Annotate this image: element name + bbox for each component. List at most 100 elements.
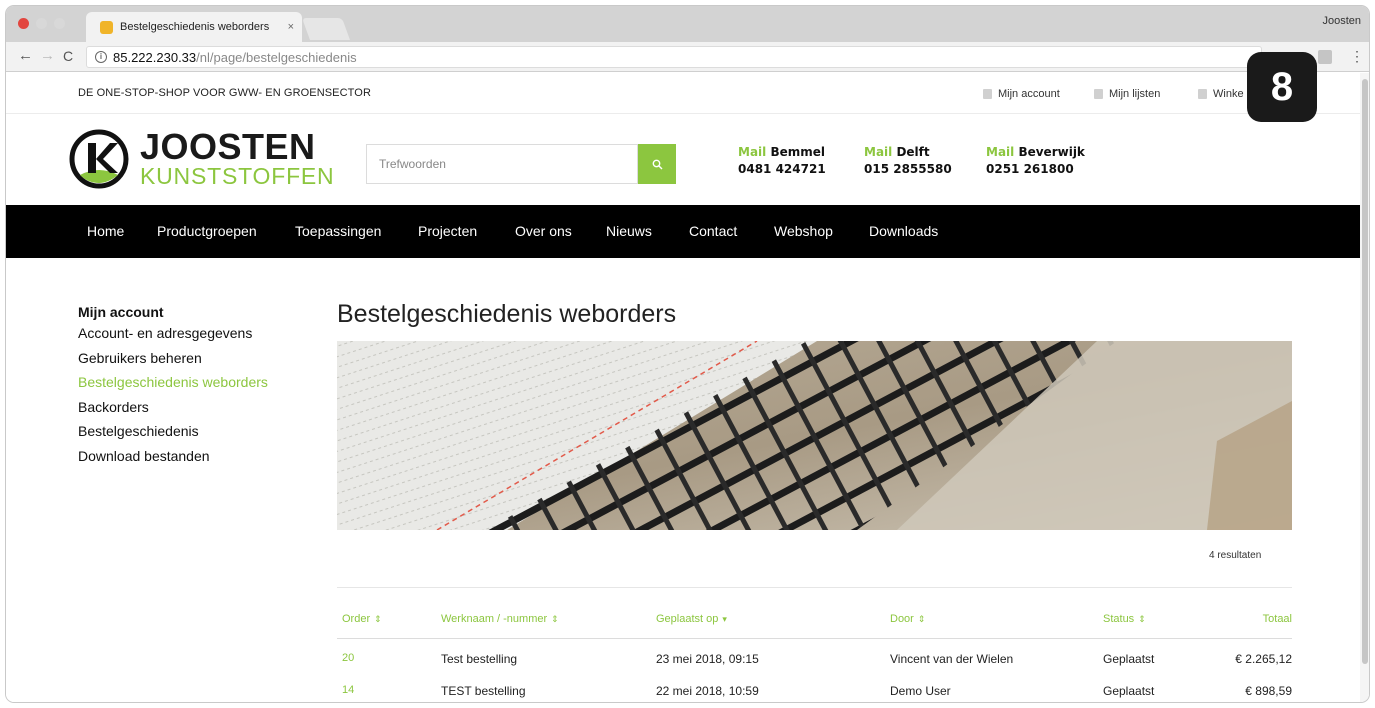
maximize-window-button[interactable] [54,18,65,29]
forward-arrow-icon[interactable]: → [40,46,55,66]
reload-icon[interactable]: C [63,46,73,66]
logo-title: JOOSTEN [140,126,316,167]
cell-name: Test bestelling [441,652,518,666]
tab-title: Bestelgeschiedenis weborders [120,21,270,33]
order-link[interactable]: 14 [342,684,354,696]
my-lists-link[interactable]: Mijn lijsten [1094,88,1160,100]
divider [337,587,1292,588]
url-host: 85.222.230.33 [113,49,197,65]
nav-projecten[interactable]: Projecten [418,223,477,239]
nav-contact[interactable]: Contact [689,223,737,239]
cell-date: 23 mei 2018, 09:15 [656,652,759,666]
sort-desc-icon: ▾ [722,614,727,624]
mail-link-bemmel[interactable]: Mail [738,145,766,159]
browser-window: Bestelgeschiedenis weborders × Joosten ←… [6,6,1369,702]
sidebar-item-web-order-history[interactable]: Bestelgeschiedenis weborders [78,370,298,395]
user-icon [983,89,992,99]
tab-close-icon[interactable]: × [288,21,294,33]
search-box [366,144,676,184]
search-icon [652,159,662,169]
hero-image [337,341,1292,530]
nav-productgroepen[interactable]: Productgroepen [157,223,257,239]
nav-home[interactable]: Home [87,223,124,239]
minimize-window-button[interactable] [36,18,47,29]
cell-date: 22 mei 2018, 10:59 [656,684,759,698]
cart-icon [1198,89,1207,99]
back-arrow-icon[interactable]: ← [18,46,33,66]
cart-link[interactable]: Winke [1198,88,1244,100]
header-label: Geplaatst op [656,613,719,625]
cell-by: Demo User [890,684,951,698]
utility-bar: DE ONE-STOP-SHOP VOOR GWW- EN GROENSECTO… [6,73,1360,114]
nav-downloads[interactable]: Downloads [869,223,938,239]
my-account-label: Mijn account [998,88,1060,100]
column-header-status[interactable]: Status ⇕ [1103,613,1146,625]
joosten-logo-icon [69,129,129,189]
info-icon[interactable]: i [95,51,107,63]
profile-name[interactable]: Joosten [1322,15,1361,27]
sidebar-item-manage-users[interactable]: Gebruikers beheren [78,346,298,371]
order-link[interactable]: 20 [342,652,354,664]
header-label: Status [1103,613,1135,625]
sidebar-title: Mijn account [78,304,164,320]
header-label: Door [890,613,914,625]
close-window-button[interactable] [18,18,29,29]
sidebar-item-backorders[interactable]: Backorders [78,395,298,420]
nav-nieuws[interactable]: Nieuws [606,223,652,239]
new-tab-button[interactable] [301,18,351,40]
header-label: Order [342,613,371,625]
sidebar-item-order-history[interactable]: Bestelgeschiedenis [78,419,298,444]
location-bemmel: Mail Bemmel 0481 424721 [738,144,826,178]
site-tagline: DE ONE-STOP-SHOP VOOR GWW- EN GROENSECTO… [78,87,371,99]
document-icon [1094,89,1103,99]
sidebar-item-account-details[interactable]: Account- en adresgegevens [78,321,298,346]
browser-menu-icon[interactable]: ⋮ [1350,48,1364,65]
column-header-date[interactable]: Geplaatst op ▾ [656,613,727,625]
cell-status: Geplaatst [1103,652,1155,666]
search-input[interactable] [366,144,638,184]
address-toolbar: ← → C i 85.222.230.33/nl/page/bestelgesc… [6,42,1369,72]
cell-status: Geplaatst [1103,684,1155,698]
main-navigation: Home Productgroepen Toepassingen Project… [6,205,1360,258]
cell-total: € 898,59 [1245,684,1292,698]
column-header-by[interactable]: Door ⇕ [890,613,925,625]
column-header-total[interactable]: Totaal [1263,613,1292,625]
header-label: Werknaam / -nummer [441,613,548,625]
geogrid-photo-illustration [337,341,1292,530]
table-row[interactable]: 20 Test bestelling 23 mei 2018, 09:15 Vi… [337,647,1292,675]
column-header-order[interactable]: Order ⇕ [342,613,382,625]
extension-icon[interactable] [1318,50,1332,64]
location-phone: 015 2855580 [864,162,952,176]
cart-label: Winke [1213,88,1244,100]
nav-over-ons[interactable]: Over ons [515,223,572,239]
mail-link-delft[interactable]: Mail [864,145,892,159]
my-account-link[interactable]: Mijn account [983,88,1060,100]
sort-icon: ⇕ [1138,614,1146,624]
column-header-name[interactable]: Werknaam / -nummer ⇕ [441,613,559,625]
scrollbar-thumb[interactable] [1362,79,1368,664]
location-beverwijk: Mail Beverwijk 0251 261800 [986,144,1085,178]
orders-table-header: Order ⇕ Werknaam / -nummer ⇕ Geplaatst op ▾… [337,609,1292,639]
nav-toepassingen[interactable]: Toepassingen [295,223,381,239]
cell-by: Vincent van der Wielen [890,652,1014,666]
header-label: Totaal [1262,613,1292,625]
sidebar-item-downloads[interactable]: Download bestanden [78,444,298,469]
site-logo[interactable]: JOOSTEN KUNSTSTOFFEN [68,127,334,191]
search-button[interactable] [638,144,676,184]
nav-webshop[interactable]: Webshop [774,223,833,239]
sort-icon: ⇕ [551,614,559,624]
location-delft: Mail Delft 015 2855580 [864,144,952,178]
cell-name: TEST bestelling [441,684,526,698]
page-scrollbar[interactable] [1360,73,1369,702]
results-count: 4 resultaten [1209,550,1262,561]
table-row[interactable]: 14 TEST bestelling 22 mei 2018, 10:59 De… [337,679,1292,702]
browser-tab-active[interactable]: Bestelgeschiedenis weborders × [86,12,302,42]
url-path: /nl/page/bestelgeschiedenis [196,49,357,65]
sort-icon: ⇕ [374,614,382,624]
sort-icon: ⇕ [917,614,926,624]
mail-link-beverwijk[interactable]: Mail [986,145,1014,159]
web-page: DE ONE-STOP-SHOP VOOR GWW- EN GROENSECTO… [6,73,1360,702]
location-city: Delft [896,145,930,159]
location-phone: 0481 424721 [738,162,826,176]
url-bar[interactable]: i 85.222.230.33/nl/page/bestelgeschieden… [86,46,1262,68]
